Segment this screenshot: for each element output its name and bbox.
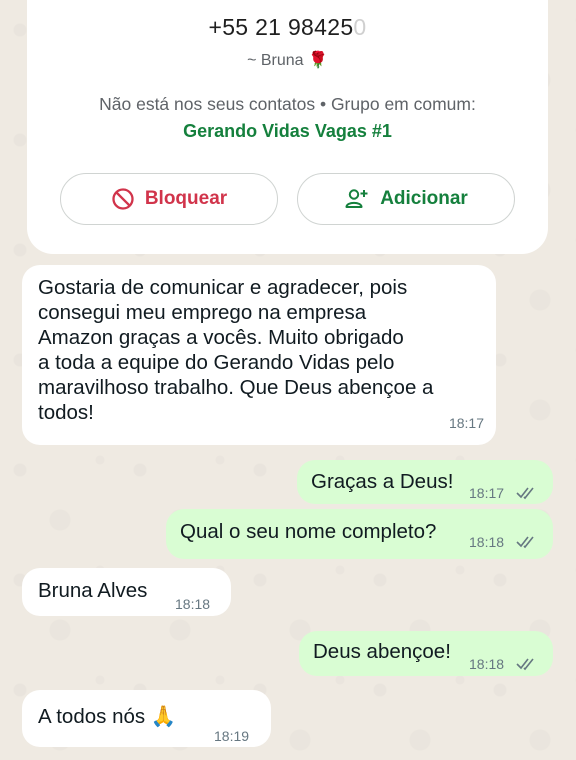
block-button-label: Bloquear: [144, 188, 228, 209]
block-icon: [111, 187, 135, 211]
block-button[interactable]: Bloquear: [60, 173, 278, 225]
message-outgoing[interactable]: Qual o seu nome completo? 18:18: [166, 509, 553, 559]
message-incoming[interactable]: Bruna Alves 18:18: [22, 568, 231, 616]
message-text: A todos nós 🙏: [38, 705, 177, 728]
message-text: Graças a Deus!: [311, 470, 454, 493]
message-text: Bruna Alves: [38, 579, 148, 602]
add-contact-icon: [344, 187, 370, 211]
message-text: Gostaria de comunicar e agradecer, pois …: [38, 276, 434, 424]
message-text: Qual o seu nome completo?: [180, 520, 437, 543]
message-time: 18:18: [469, 534, 505, 550]
message-incoming[interactable]: Gostaria de comunicar e agradecer, pois …: [22, 265, 496, 445]
contact-phone-faded-digits: 0: [353, 14, 367, 40]
message-incoming[interactable]: A todos nós 🙏 18:19: [22, 690, 271, 747]
praying-hands-emoji: 🙏: [150, 705, 177, 728]
unknown-contact-card: +55 21 984250 ~ Bruna 🌹 Não está nos seu…: [27, 0, 548, 254]
double-check-icon: [516, 481, 538, 506]
add-contact-button[interactable]: Adicionar: [297, 173, 515, 225]
message-time: 18:18: [469, 656, 505, 672]
message-time: 18:19: [214, 728, 250, 744]
message-time: 18:17: [469, 485, 505, 501]
double-check-icon: [516, 530, 538, 555]
message-outgoing[interactable]: Deus abençoe! 18:18: [299, 631, 553, 676]
contact-alias: ~ Bruna 🌹: [247, 52, 328, 69]
contact-phone: +55 21 984250: [208, 14, 367, 40]
common-group-link[interactable]: Gerando Vidas Vagas #1: [27, 121, 548, 142]
message-outgoing[interactable]: Graças a Deus! 18:17: [297, 460, 553, 504]
message-time: 18:18: [175, 596, 211, 612]
not-in-contacts-text: Não está nos seus contatos • Grupo em co…: [99, 94, 476, 114]
rose-emoji: 🌹: [308, 52, 328, 69]
add-contact-button-label: Adicionar: [380, 188, 468, 209]
double-check-icon: [516, 652, 538, 677]
message-text: Deus abençoe!: [313, 640, 451, 663]
message-time: 18:17: [448, 415, 484, 431]
